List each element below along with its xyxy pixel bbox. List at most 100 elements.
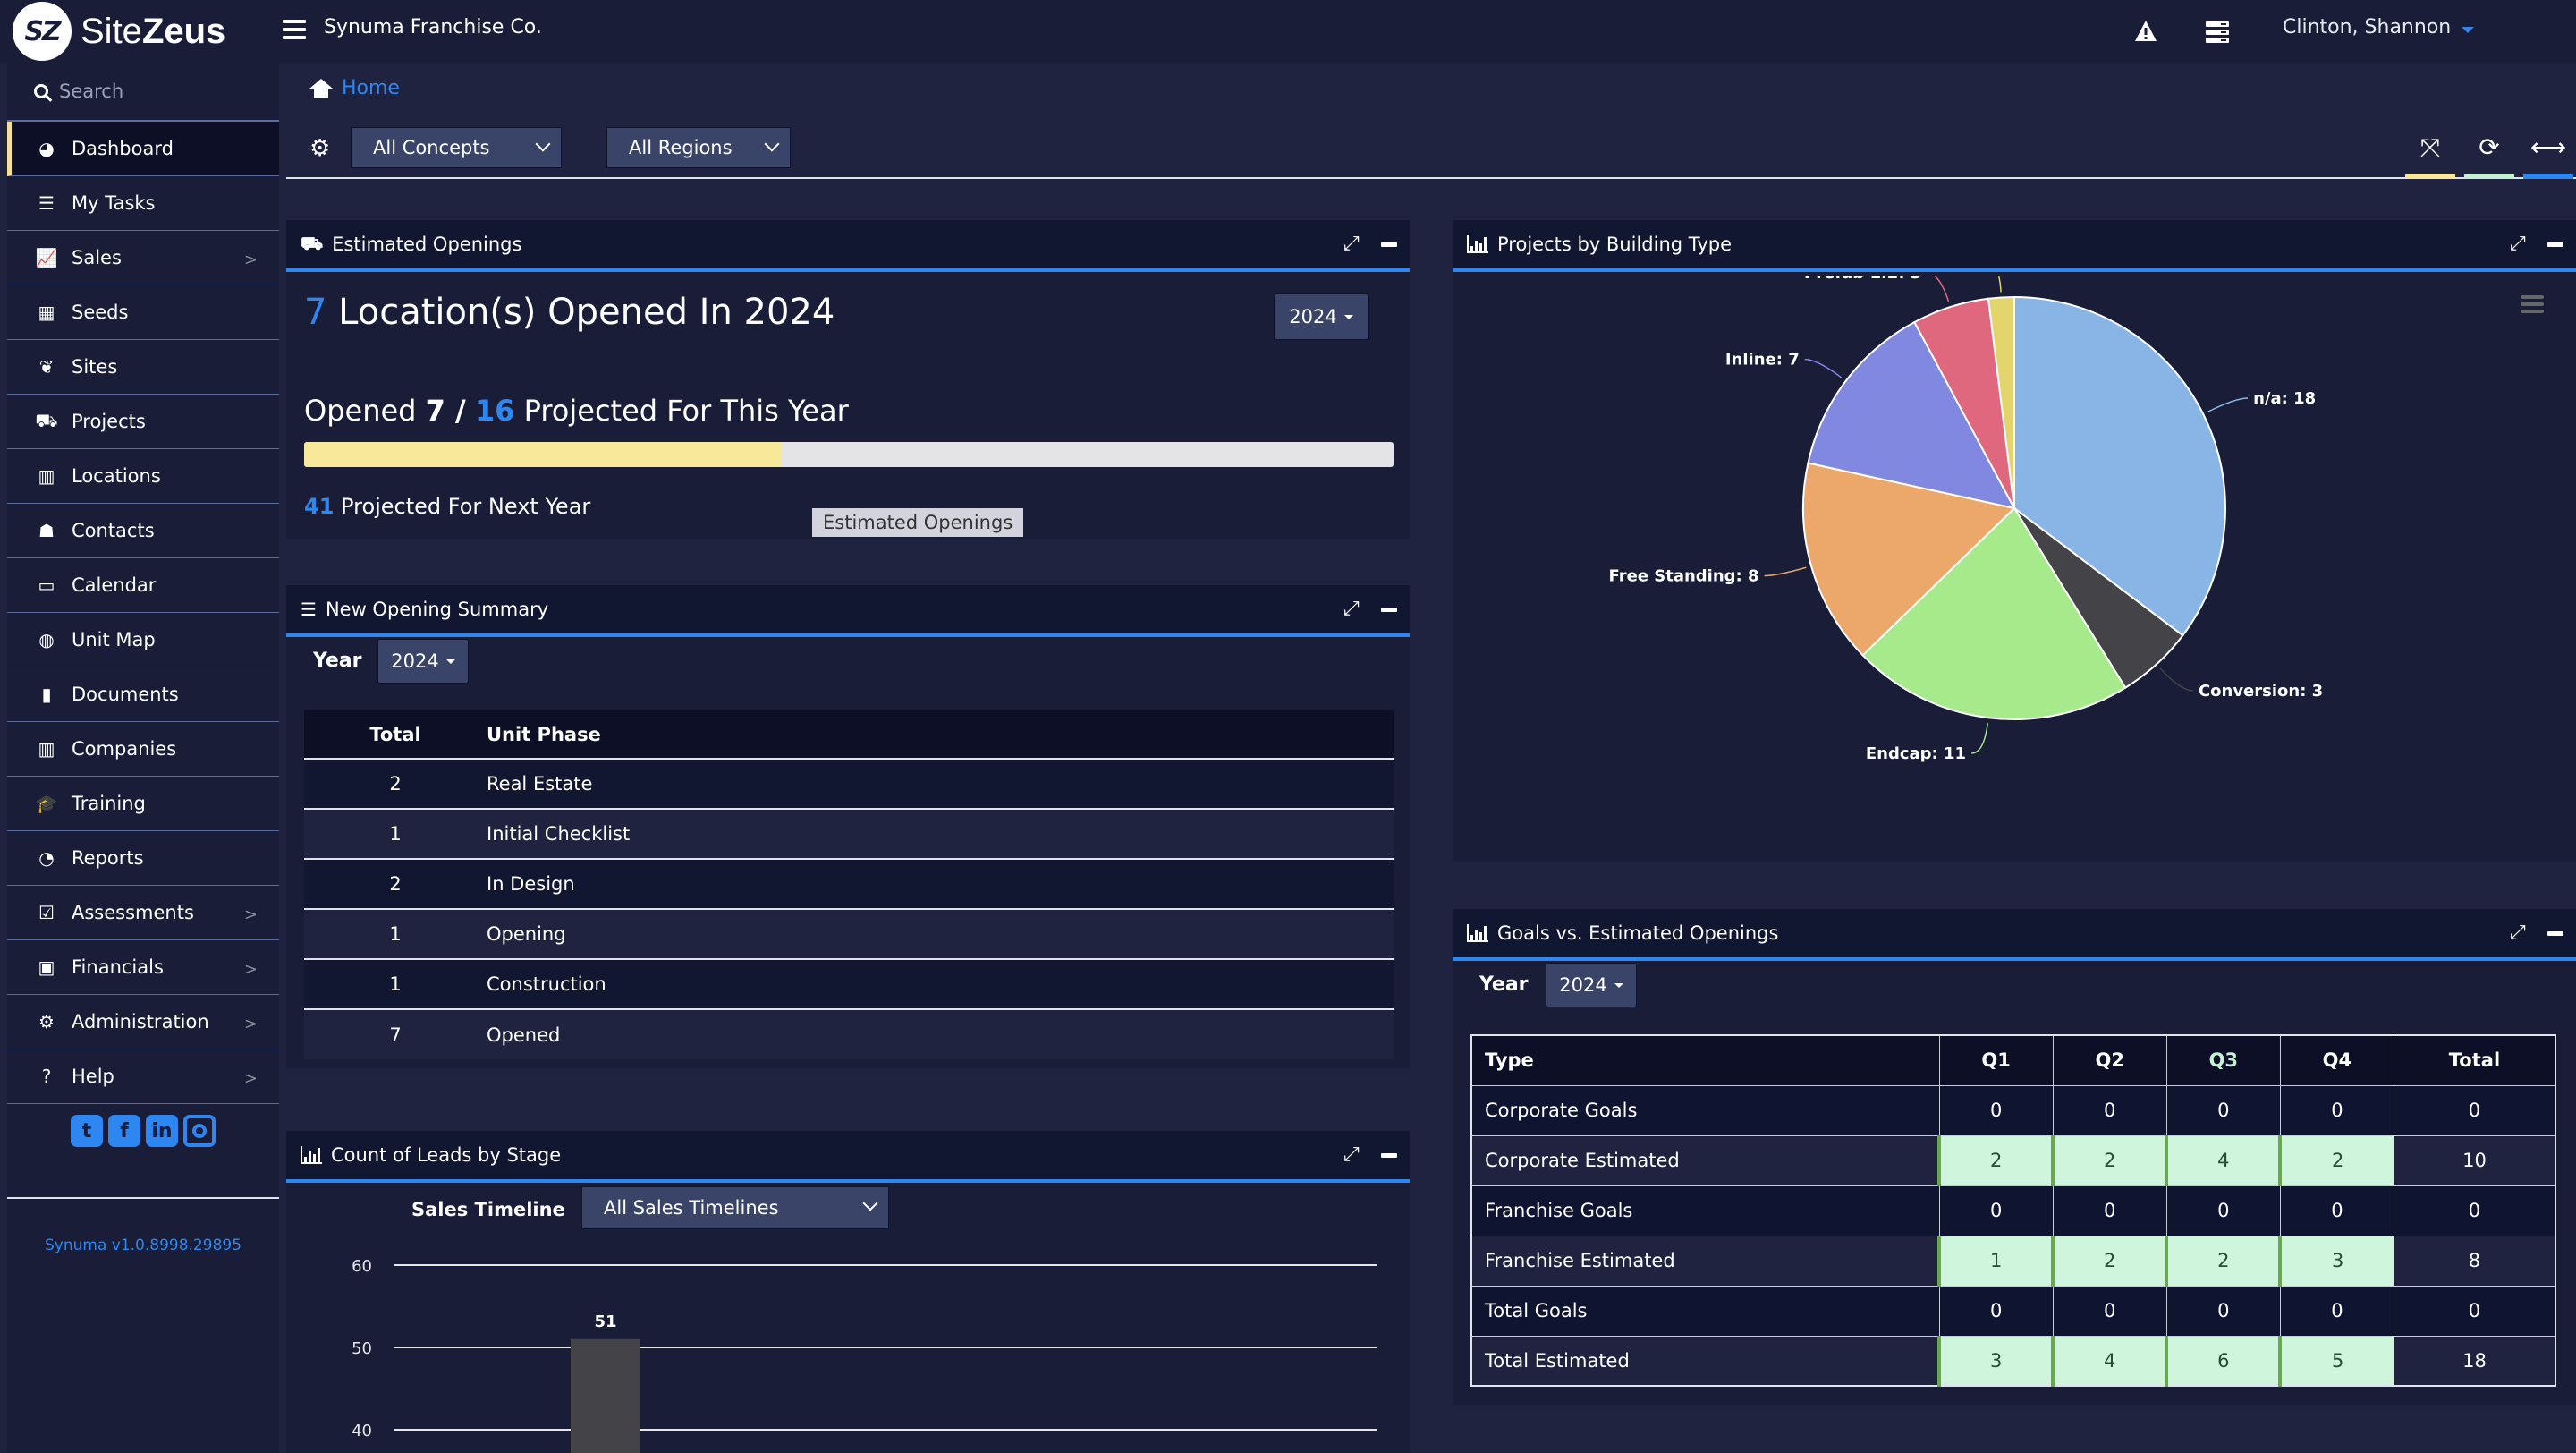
table-row: 1 Construction [304, 959, 1394, 1010]
total-cell: 1 [304, 809, 487, 860]
year-dropdown[interactable]: 2024 [1274, 293, 1368, 340]
chevron-down-icon [764, 136, 780, 152]
year-label: Year [313, 650, 362, 672]
breadcrumb[interactable]: Home [309, 77, 400, 99]
collapse-icon[interactable] [2547, 242, 2563, 247]
sidebar-item-administration[interactable]: ⚙ Administration > [7, 995, 279, 1049]
home-icon [309, 78, 333, 98]
collapse-icon[interactable] [1381, 607, 1397, 612]
bar[interactable] [571, 1338, 640, 1453]
address-book-icon: ☗ [38, 520, 55, 541]
expand-icon[interactable]: ⤢ [1343, 234, 1361, 254]
sidebar-item-my-tasks[interactable]: ☰ My Tasks [7, 176, 279, 231]
concepts-select[interactable]: All Concepts [351, 127, 562, 168]
leads-bar-chart: 40 50 60 51 [352, 1257, 1377, 1453]
expand-icon[interactable]: ⤢ [1343, 1145, 1361, 1165]
pie-connector [1933, 276, 1950, 302]
checkbox-icon: ☑ [38, 902, 55, 923]
collapse-icon[interactable] [1381, 1152, 1397, 1158]
sales-timeline-select[interactable]: All Sales Timelines [581, 1186, 889, 1229]
column-header-total[interactable]: Total [304, 710, 487, 760]
total-cell: 10 [2393, 1134, 2556, 1186]
instagram-icon[interactable] [183, 1115, 216, 1147]
table-row: Franchise Goals 0 0 0 0 0 [1470, 1185, 2556, 1236]
pie-connector [2207, 397, 2249, 412]
quarter-cell: 0 [2279, 1084, 2394, 1136]
menu-toggle-icon[interactable] [283, 20, 306, 39]
year-dropdown[interactable]: 2024 [1546, 963, 1637, 1007]
sidebar-item-locations[interactable]: ▥ Locations [7, 449, 279, 504]
line-chart-icon: 📈 [35, 247, 58, 268]
total-cell: 1 [304, 959, 487, 1010]
quarter-cell: 2 [2051, 1134, 2167, 1186]
linkedin-icon[interactable]: in [146, 1115, 178, 1147]
width-indicator [2523, 174, 2573, 179]
expand-icon[interactable]: ⤢ [1343, 599, 1361, 619]
sidebar-item-financials[interactable]: ▣ Financials > [7, 940, 279, 995]
y-tick-label: 40 [352, 1422, 372, 1440]
twitter-icon[interactable]: t [71, 1115, 103, 1147]
sidebar-item-label: Calendar [72, 574, 157, 596]
version-text[interactable]: Synuma v1.0.8998.29895 [7, 1236, 279, 1254]
sidebar-item-contacts[interactable]: ☗ Contacts [7, 504, 279, 558]
refresh-button[interactable]: ⟳ [2462, 134, 2517, 179]
sidebar-item-sales[interactable]: 📈 Sales > [7, 231, 279, 285]
settings-gear-icon[interactable]: ⚙ [309, 137, 331, 160]
quarter-cell: 0 [2165, 1084, 2281, 1136]
file-icon: ▮ [41, 684, 52, 705]
regions-select[interactable]: All Regions [606, 127, 791, 168]
bar-chart-icon [1467, 235, 1488, 253]
opened-headline: 7 Location(s) Opened In 2024 [304, 292, 835, 333]
sidebar-item-label: My Tasks [72, 192, 156, 214]
caret-down-icon[interactable] [2462, 27, 2474, 33]
sidebar-item-unit-map[interactable]: ◍ Unit Map [7, 613, 279, 667]
user-menu[interactable]: Clinton, Shannon [2283, 16, 2451, 38]
breadcrumb-home[interactable]: Home [342, 77, 400, 99]
unit-phase-cell: Initial Checklist [487, 809, 1394, 860]
column-header-unit-phase[interactable]: Unit Phase [487, 710, 1394, 760]
quarter-cell: 0 [2279, 1285, 2394, 1337]
sidebar: Search ◕ Dashboard ☰ My Tasks 📈 Sales > ▦ Seeds ❦… [7, 63, 279, 1453]
fullscreen-button[interactable]: ⤧ [2402, 134, 2458, 179]
sidebar-item-reports[interactable]: ◔ Reports [7, 831, 279, 886]
building-type-pie-chart: n/a: 18 Conversion: 3 Endcap: 11 Free Stand… [1609, 276, 2323, 763]
warning-icon[interactable] [2134, 20, 2157, 43]
sidebar-item-companies[interactable]: ▥ Companies [7, 722, 279, 777]
sidebar-item-documents[interactable]: ▮ Documents [7, 667, 279, 722]
server-icon[interactable] [2206, 21, 2229, 43]
logo-text: SiteZeus [80, 11, 226, 51]
expand-icon[interactable]: ⤢ [2510, 923, 2528, 943]
sidebar-item-sites[interactable]: ❦ Sites [7, 340, 279, 395]
collapse-icon[interactable] [2547, 930, 2563, 936]
sidebar-item-calendar[interactable]: ▭ Calendar [7, 558, 279, 613]
sidebar-item-seeds[interactable]: ▦ Seeds [7, 285, 279, 340]
refresh-indicator [2464, 174, 2514, 179]
quarter-cell: 0 [2165, 1285, 2281, 1337]
sidebar-item-projects[interactable]: ⛟ Projects [7, 395, 279, 449]
total-cell: 0 [2393, 1084, 2556, 1136]
sidebar-item-label: Dashboard [72, 138, 174, 159]
sidebar-item-training[interactable]: 🎓 Training [7, 777, 279, 831]
pie-connector [1970, 723, 1989, 754]
sitezeus-logo[interactable]: SZ SiteZeus [13, 2, 225, 61]
sidebar-item-dashboard[interactable]: ◕ Dashboard [7, 122, 279, 176]
width-toggle-button[interactable]: ⟷ [2521, 134, 2576, 179]
quarter-cell: 2 [2278, 1134, 2394, 1186]
unit-phase-cell: Opened [487, 1009, 1394, 1059]
sidebar-item-label: Seeds [72, 302, 129, 323]
collapse-icon[interactable] [1381, 242, 1397, 247]
regions-select-value: All Regions [629, 137, 733, 158]
year-dropdown[interactable]: 2024 [377, 639, 469, 684]
year-label: Year [1479, 973, 1529, 996]
column-header-total: Total [2393, 1034, 2556, 1086]
caret-down-icon [1343, 314, 1353, 319]
facebook-icon[interactable]: f [108, 1115, 140, 1147]
opened-prefix: Opened [304, 394, 417, 428]
next-year-line: 41 Projected For Next Year [304, 494, 590, 519]
search-input[interactable]: Search [7, 63, 279, 122]
column-header-q2: Q2 [2052, 1034, 2167, 1086]
expand-icon[interactable]: ⤢ [2510, 234, 2528, 254]
table-row: 2 In Design [304, 859, 1394, 910]
sidebar-item-assessments[interactable]: ☑ Assessments > [7, 886, 279, 940]
sidebar-item-help[interactable]: ? Help > [7, 1049, 279, 1104]
